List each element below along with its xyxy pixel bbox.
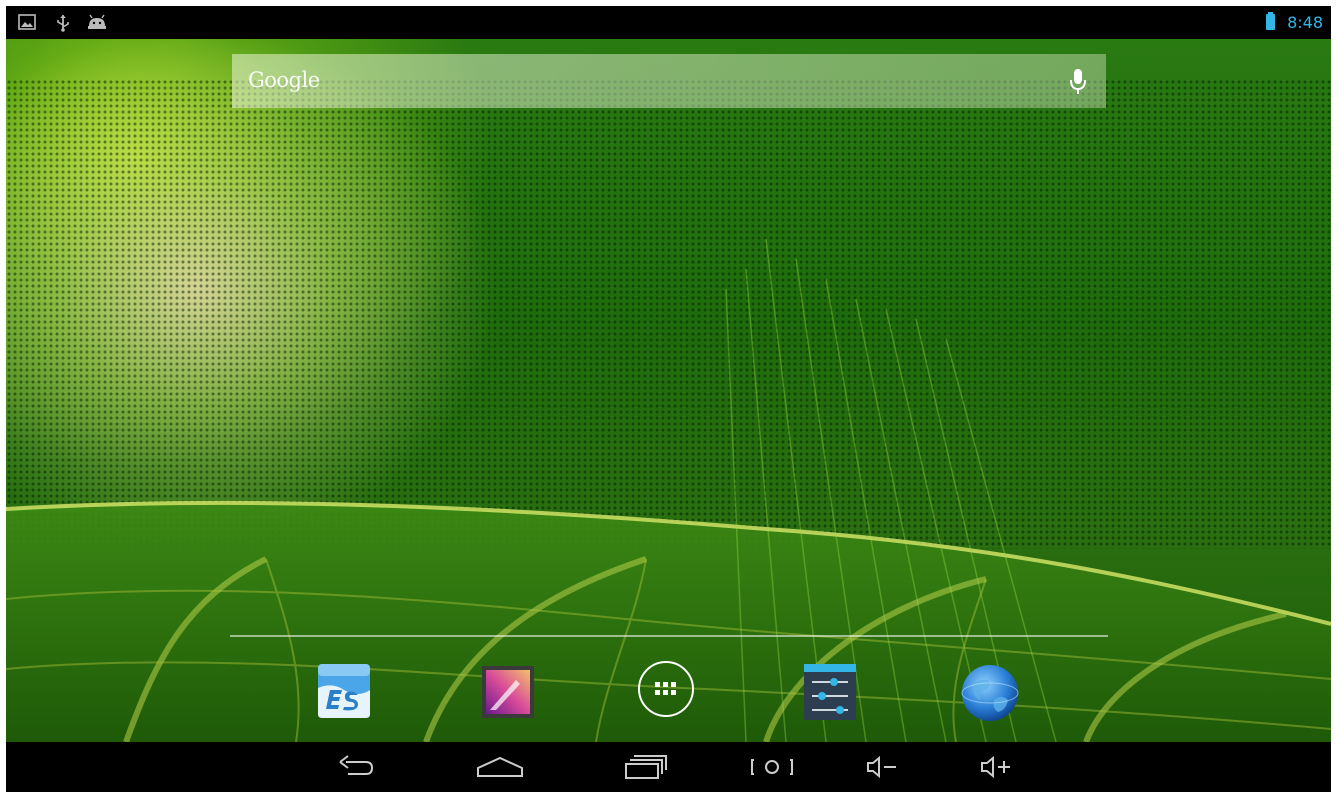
android-home-screen: 8:48 Google [6,6,1331,792]
recent-apps-icon[interactable] [616,742,676,792]
picture-icon [18,14,36,35]
all-apps-icon[interactable] [638,661,694,717]
back-icon[interactable] [326,742,386,792]
gallery-icon[interactable] [476,660,540,724]
es-file-explorer-icon[interactable] [312,660,376,724]
google-search-bar[interactable]: Google [232,54,1106,108]
status-time: 8:48 [1287,13,1323,32]
battery-icon [1266,12,1275,30]
settings-icon[interactable] [798,660,862,724]
usb-icon [56,14,70,37]
status-bar[interactable]: 8:48 [6,6,1331,39]
screenshot-icon[interactable] [742,742,802,792]
home-icon[interactable] [470,742,530,792]
volume-down-icon[interactable] [854,742,914,792]
volume-up-icon[interactable] [968,742,1028,792]
browser-globe-icon[interactable] [958,660,1022,724]
search-label: Google [248,68,320,92]
android-debug-icon [86,14,108,35]
microphone-icon[interactable] [1068,67,1088,97]
navigation-bar [6,742,1331,792]
dock-divider [230,635,1108,637]
